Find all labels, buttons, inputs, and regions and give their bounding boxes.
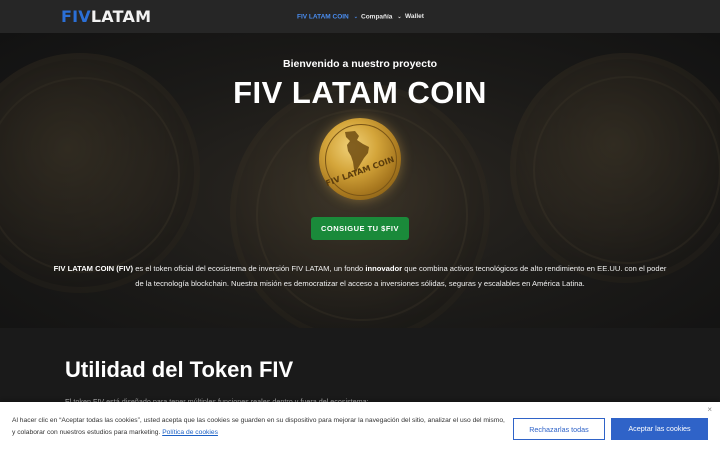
nav-item-label: Wallet: [405, 13, 424, 20]
fiv-coin-logo: FIV LATAM COIN: [319, 118, 401, 200]
cookie-message-text: Al hacer clic en “Aceptar todas las cook…: [12, 417, 505, 436]
nav-item-compania[interactable]: Compañía ⌄: [361, 12, 402, 23]
reject-all-cookies-button[interactable]: Rechazarlas todas: [513, 418, 605, 440]
hero-subtitle: Bienvenido a nuestro proyecto: [282, 58, 438, 70]
nav-item-label: Compañía: [361, 13, 393, 21]
logo-latam: LATAM: [90, 7, 152, 26]
chevron-down-icon: ⌄: [397, 14, 402, 20]
hero-title: FIV LATAM COIN: [233, 75, 487, 110]
desc-bold-token: FIV LATAM COIN (FIV): [53, 264, 134, 273]
cookie-policy-link[interactable]: Política de cookies: [162, 429, 218, 436]
nav-item-wallet[interactable]: Wallet: [405, 12, 424, 22]
get-fiv-button[interactable]: CONSIGUE TU $FIV: [311, 217, 409, 240]
hero-description: FIV LATAM COIN (FIV) es el token oficial…: [50, 261, 670, 291]
accept-cookies-button[interactable]: Aceptar las cookies: [611, 418, 708, 440]
cookie-banner: × Al hacer clic en “Aceptar todas las co…: [0, 402, 720, 450]
nav-item-label: FIV LATAM COIN: [297, 13, 349, 21]
chevron-down-icon: ⌄: [353, 14, 358, 20]
cookie-message: Al hacer clic en “Aceptar todas las cook…: [12, 415, 507, 439]
hero-section: Bienvenido a nuestro proyecto FIV LATAM …: [0, 33, 720, 328]
close-icon[interactable]: ×: [707, 405, 712, 414]
section-heading: Utilidad del Token FIV: [65, 357, 294, 382]
desc-text-1: es el token oficial del ecosistema de in…: [133, 264, 366, 273]
logo-fiv: FIV: [61, 7, 91, 26]
site-header: FIVLATAM FIV LATAM COIN ⌄ Compañía ⌄ Walle…: [0, 0, 720, 33]
site-logo[interactable]: FIVLATAM: [61, 7, 151, 27]
desc-bold-innovador: innovador: [365, 264, 403, 273]
nav-item-fiv-latam-coin[interactable]: FIV LATAM COIN ⌄: [297, 12, 358, 23]
